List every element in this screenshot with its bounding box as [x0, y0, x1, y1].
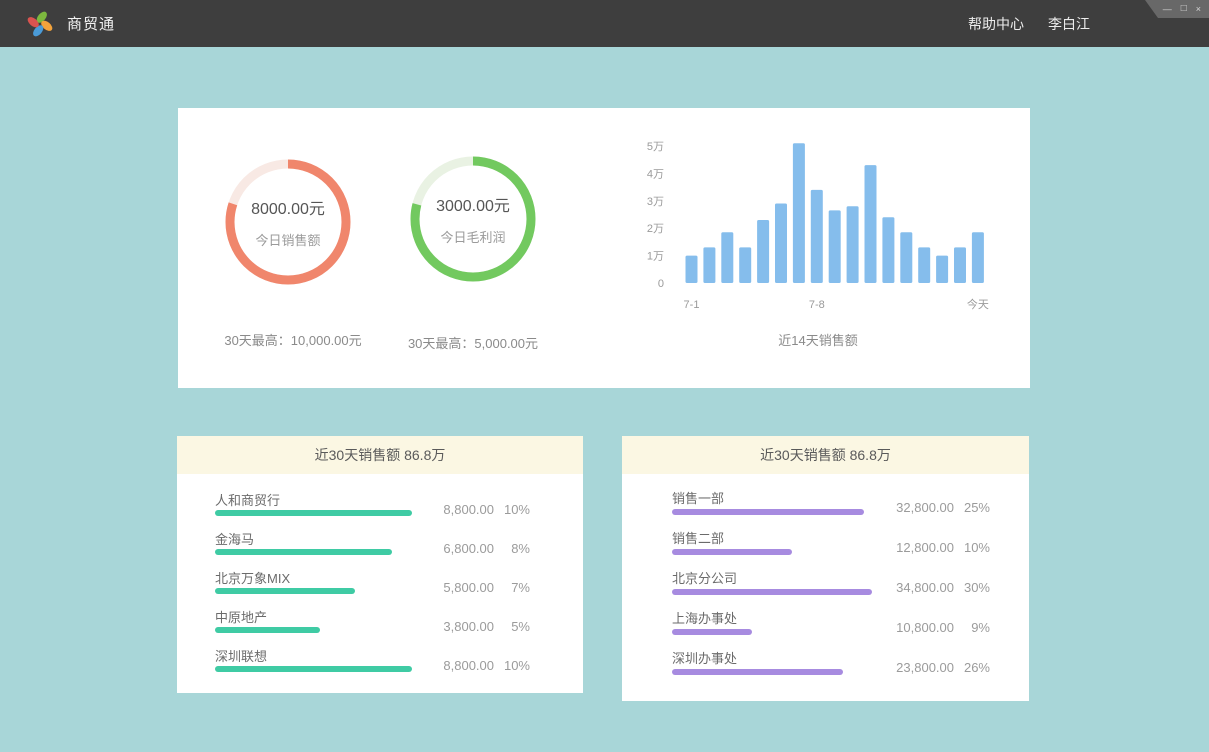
today-sales-readout: 8000.00元 今日销售额	[223, 157, 353, 287]
maximize-icon[interactable]: □	[1181, 4, 1187, 14]
list-item-amount: 6,800.00	[420, 541, 494, 556]
list-item-percent: 26%	[954, 660, 990, 675]
today-profit-value: 3000.00元	[436, 192, 510, 216]
list-item-bar	[215, 627, 320, 633]
help-center-link[interactable]: 帮助中心	[968, 14, 1024, 34]
app-logo-icon	[27, 10, 53, 38]
list-item: 北京分公司 34,800.00 30%	[622, 568, 1029, 608]
list-item-label: 深圳办事处	[672, 648, 737, 667]
list-item-values: 5,800.00 7%	[420, 580, 530, 595]
customer-rank-title: 近30天销售额 86.8万	[177, 436, 583, 474]
list-item-values: 3,800.00 5%	[420, 619, 530, 634]
list-item-percent: 30%	[954, 580, 990, 595]
sales-bar-chart: 0 1万 2万 3万 4万 5万 7-1 7-8 今天 近14天销售额	[638, 130, 998, 360]
customer-rank-list: 人和商贸行 8,800.00 10% 金海马 6,800.00 8% 北京万象M…	[177, 474, 583, 685]
list-item-percent: 10%	[954, 540, 990, 555]
svg-text:1万: 1万	[647, 251, 664, 263]
list-item-amount: 8,800.00	[420, 502, 494, 517]
close-icon[interactable]: ×	[1196, 5, 1201, 14]
list-item-amount: 32,800.00	[880, 500, 954, 515]
list-item-percent: 7%	[494, 580, 530, 595]
list-item-label: 北京分公司	[672, 568, 737, 587]
window-controls: — □ ×	[1145, 0, 1209, 18]
list-item-values: 32,800.00 25%	[880, 500, 990, 515]
today-sales-value: 8000.00元	[251, 195, 325, 219]
list-item-amount: 34,800.00	[880, 580, 954, 595]
list-item: 中原地产 3,800.00 5%	[177, 607, 583, 646]
list-item: 销售二部 12,800.00 10%	[622, 528, 1029, 568]
list-item: 深圳办事处 23,800.00 26%	[622, 648, 1029, 688]
list-item-label: 深圳联想	[215, 646, 267, 665]
list-item-percent: 25%	[954, 500, 990, 515]
list-item-percent: 5%	[494, 619, 530, 634]
svg-text:2万: 2万	[647, 223, 664, 235]
list-item-label: 北京万象MIX	[215, 568, 290, 587]
list-item-label: 人和商贸行	[215, 490, 280, 509]
list-item: 销售一部 32,800.00 25%	[622, 488, 1029, 528]
list-item-bar	[672, 629, 752, 635]
today-profit-readout: 3000.00元 今日毛利润	[408, 154, 538, 284]
today-sales-caption: 今日销售额	[255, 230, 320, 249]
sales-bar-chart-title: 近14天销售额	[638, 330, 998, 349]
titlebar-menu: 帮助中心 李白江	[968, 0, 1090, 47]
customer-rank-card: 近30天销售额 86.8万 人和商贸行 8,800.00 10% 金海马 6,8…	[177, 436, 583, 693]
list-item-percent: 10%	[494, 658, 530, 673]
list-item-percent: 10%	[494, 502, 530, 517]
list-item-amount: 12,800.00	[880, 540, 954, 555]
list-item: 人和商贸行 8,800.00 10%	[177, 490, 583, 529]
list-item-amount: 3,800.00	[420, 619, 494, 634]
minimize-icon[interactable]: —	[1163, 5, 1172, 14]
department-rank-title: 近30天销售额 86.8万	[622, 436, 1029, 474]
list-item-label: 销售二部	[672, 528, 724, 547]
svg-text:3万: 3万	[647, 196, 664, 208]
list-item-bar	[672, 509, 864, 515]
list-item-bar	[215, 666, 412, 672]
svg-text:7-8: 7-8	[809, 299, 825, 311]
list-item-amount: 23,800.00	[880, 660, 954, 675]
list-item-values: 10,800.00 9%	[880, 620, 990, 635]
overview-card: 8000.00元 今日销售额 30天最高：10,000.00元 3000.00元…	[178, 108, 1030, 388]
list-item: 金海马 6,800.00 8%	[177, 529, 583, 568]
titlebar: 商贸通 帮助中心 李白江 — □ ×	[0, 0, 1209, 47]
svg-text:0: 0	[658, 278, 664, 290]
list-item-values: 12,800.00 10%	[880, 540, 990, 555]
list-item-bar	[215, 588, 355, 594]
svg-text:7-1: 7-1	[684, 299, 700, 311]
svg-text:5万: 5万	[647, 141, 664, 153]
list-item-values: 8,800.00 10%	[420, 502, 530, 517]
list-item-bar	[672, 669, 843, 675]
list-item-values: 6,800.00 8%	[420, 541, 530, 556]
list-item-amount: 10,800.00	[880, 620, 954, 635]
list-item-values: 23,800.00 26%	[880, 660, 990, 675]
list-item: 上海办事处 10,800.00 9%	[622, 608, 1029, 648]
list-item-label: 金海马	[215, 529, 254, 548]
svg-text:4万: 4万	[647, 168, 664, 180]
list-item-percent: 8%	[494, 541, 530, 556]
list-item-values: 8,800.00 10%	[420, 658, 530, 673]
sales-bar-chart-plot: 0 1万 2万 3万 4万 5万 7-1 7-8 今天	[638, 130, 998, 320]
list-item-label: 上海办事处	[672, 608, 737, 627]
department-rank-card: 近30天销售额 86.8万 销售一部 32,800.00 25% 销售二部 12…	[622, 436, 1029, 701]
list-item-percent: 9%	[954, 620, 990, 635]
list-item-values: 34,800.00 30%	[880, 580, 990, 595]
list-item-bar	[215, 549, 392, 555]
list-item-bar	[672, 589, 872, 595]
today-profit-caption: 今日毛利润	[440, 227, 505, 246]
list-item-bar	[215, 510, 412, 516]
app-title: 商贸通	[67, 13, 115, 34]
list-item-label: 销售一部	[672, 488, 724, 507]
list-item-label: 中原地产	[215, 607, 267, 626]
list-item-amount: 8,800.00	[420, 658, 494, 673]
list-item-amount: 5,800.00	[420, 580, 494, 595]
username-menu[interactable]: 李白江	[1048, 14, 1090, 34]
list-item: 北京万象MIX 5,800.00 7%	[177, 568, 583, 607]
svg-text:今天: 今天	[967, 297, 989, 311]
department-rank-list: 销售一部 32,800.00 25% 销售二部 12,800.00 10% 北京…	[622, 474, 1029, 688]
today-profit-footnote: 30天最高：5,000.00元	[363, 333, 583, 352]
list-item: 深圳联想 8,800.00 10%	[177, 646, 583, 685]
list-item-bar	[672, 549, 792, 555]
